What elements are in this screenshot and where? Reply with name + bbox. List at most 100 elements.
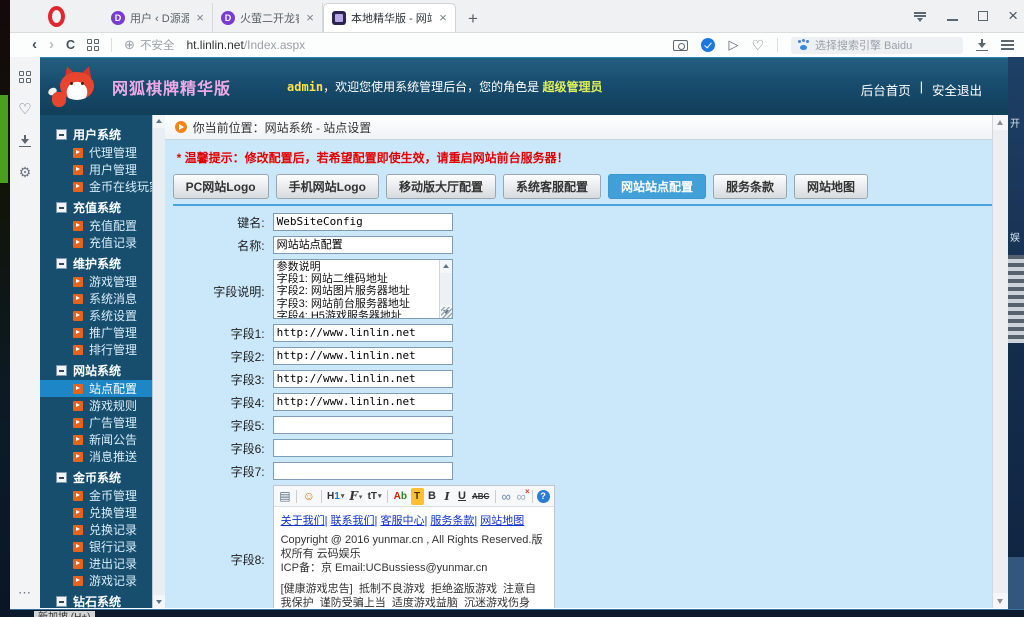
heading-select[interactable]: H1▾ [326,488,346,505]
search-engine-box[interactable]: 选择搜索引擎 Baidu [791,37,963,54]
font-family-select[interactable]: F▾ [348,488,364,505]
italic-button[interactable]: I [441,488,454,505]
emoticon-icon[interactable]: ☺ [301,488,316,505]
underline-button[interactable]: U [456,488,469,505]
nav-item-新闻公告[interactable]: 新闻公告 [40,431,165,448]
nav-section-header[interactable]: 充值系统 [40,198,165,217]
share-flow-icon[interactable]: ▷ [728,37,738,53]
nav-item-系统设置[interactable]: 系统设置 [40,307,165,324]
nav-item-排行管理[interactable]: 排行管理 [40,341,165,358]
config-tab-网站地图[interactable]: 网站地图 [794,174,868,199]
nav-item-充值配置[interactable]: 充值配置 [40,217,165,234]
bookmarks-heart-icon[interactable]: ♡ [18,100,31,118]
nav-item-推广管理[interactable]: 推广管理 [40,324,165,341]
editor-content[interactable]: 关于我们| 联系我们| 客服中心| 服务条款| 网站地图Copyright @ … [274,507,554,608]
highlight-color-button[interactable]: T [411,488,424,505]
nav-section-header[interactable]: 维护系统 [40,254,165,273]
snapshot-camera-icon[interactable] [673,40,688,51]
safe-logout-link[interactable]: 安全退出 [932,80,982,99]
minimize-icon[interactable] [947,19,958,21]
config-tab-手机网站Logo[interactable]: 手机网站Logo [276,174,379,199]
content-scrollbar[interactable] [992,115,1008,608]
scroll-up-icon[interactable] [440,260,453,273]
bold-button[interactable]: B [426,488,439,505]
config-tab-服务条款[interactable]: 服务条款 [713,174,787,199]
collapse-minus-icon[interactable] [56,258,67,269]
config-tab-网站站点配置[interactable]: 网站站点配置 [608,174,706,199]
footer-link[interactable]: 关于我们 [281,515,325,527]
opera-menu-icon[interactable] [48,6,65,27]
nav-item-代理管理[interactable]: 代理管理 [40,144,165,161]
field-input[interactable]: http://www.linlin.net [273,324,453,342]
speed-dial-sidebar-icon[interactable] [19,71,31,83]
browser-tab[interactable]: D火萤二开龙睿娱乐+完美运× [213,3,323,32]
collapse-minus-icon[interactable] [56,596,67,607]
nav-item-进出记录[interactable]: 进出记录 [40,555,165,572]
nav-item-游戏管理[interactable]: 游戏管理 [40,273,165,290]
field-input[interactable] [273,416,453,434]
tab-close-icon[interactable]: × [194,12,206,24]
new-tab-button[interactable]: + [460,6,486,32]
nav-item-游戏记录[interactable]: 游戏记录 [40,572,165,589]
nav-item-银行记录[interactable]: 银行记录 [40,538,165,555]
nav-item-站点配置[interactable]: 站点配置 [40,380,165,397]
reload-icon[interactable]: C [66,38,75,52]
downloads-sidebar-icon[interactable] [19,135,31,147]
browser-tab[interactable]: D用户 ‹ D源源码科技 — W× [103,3,213,32]
speed-dial-icon[interactable] [87,39,99,51]
security-check-icon[interactable] [701,38,715,52]
footer-link[interactable]: 网站地图 [480,515,524,527]
config-tab-PC网站Logo[interactable]: PC网站Logo [173,174,269,199]
address-bar[interactable]: ht.linlin.net/Index.aspx [186,38,305,52]
unlink-button[interactable]: ∞× [515,488,528,505]
field-textarea[interactable]: 参数说明 字段1: 网站二维码地址 字段2: 网站图片服务器地址 字段3: 网站… [273,259,453,319]
rich-text-editor[interactable]: ▤☺H1▾F▾tT▾AbTBIUABC∞∞×?关于我们| 联系我们| 客服中心|… [273,485,555,608]
field-input[interactable]: 网站站点配置 [273,236,453,254]
collapse-minus-icon[interactable] [56,202,67,213]
footer-link[interactable]: 客服中心 [380,515,424,527]
forward-icon[interactable]: › [49,37,54,53]
site-security-chip[interactable]: ⊕ 不安全 [124,37,174,53]
field-input[interactable]: WebSiteConfig [273,213,453,231]
config-tab-移动版大厅配置[interactable]: 移动版大厅配置 [386,174,496,199]
nav-section-header[interactable]: 用户系统 [40,125,165,144]
strikethrough-button[interactable]: ABC [471,488,491,505]
scroll-up-icon[interactable] [993,115,1008,130]
nav-item-游戏规则[interactable]: 游戏规则 [40,397,165,414]
nav-item-消息推送[interactable]: 消息推送 [40,448,165,465]
close-icon[interactable]: × [1008,9,1018,23]
tab-menu-icon[interactable] [913,11,927,21]
backend-home-link[interactable]: 后台首页 [861,80,911,99]
font-color-button[interactable]: Ab [392,488,408,505]
nav-item-金币在线玩家[interactable]: 金币在线玩家 [40,178,165,195]
scroll-down-icon[interactable] [993,593,1008,608]
browser-tab[interactable]: 本地精华版 - 网站后台管理× [323,3,456,32]
tab-close-icon[interactable]: × [437,12,449,24]
nav-item-充值记录[interactable]: 充值记录 [40,234,165,251]
footer-link[interactable]: 联系我们 [331,515,375,527]
resize-grip-icon[interactable] [441,307,452,318]
field-input[interactable]: http://www.linlin.net [273,347,453,365]
nav-section-header[interactable]: 网站系统 [40,361,165,380]
field-input[interactable] [273,462,453,480]
bookmark-heart-icon[interactable]: ♡ [751,37,764,54]
maximize-icon[interactable] [978,11,988,21]
scroll-down-icon[interactable] [153,595,165,608]
collapse-minus-icon[interactable] [56,129,67,140]
field-input[interactable]: http://www.linlin.net [273,393,453,411]
back-icon[interactable]: ‹ [32,37,37,53]
nav-section-header[interactable]: 金币系统 [40,468,165,487]
tab-close-icon[interactable]: × [304,12,316,24]
nav-item-用户管理[interactable]: 用户管理 [40,161,165,178]
nav-item-金币管理[interactable]: 金币管理 [40,487,165,504]
nav-scrollbar[interactable] [152,115,165,608]
easy-setup-icon[interactable] [1001,40,1014,50]
scroll-up-icon[interactable] [153,115,165,128]
nav-item-系统消息[interactable]: 系统消息 [40,290,165,307]
nav-section-header[interactable]: 钻石系统 [40,592,165,608]
field-input[interactable]: http://www.linlin.net [273,370,453,388]
font-size-select[interactable]: tT▾ [366,488,383,505]
collapse-minus-icon[interactable] [56,365,67,376]
nav-item-广告管理[interactable]: 广告管理 [40,414,165,431]
help-button[interactable]: ? [537,490,550,503]
